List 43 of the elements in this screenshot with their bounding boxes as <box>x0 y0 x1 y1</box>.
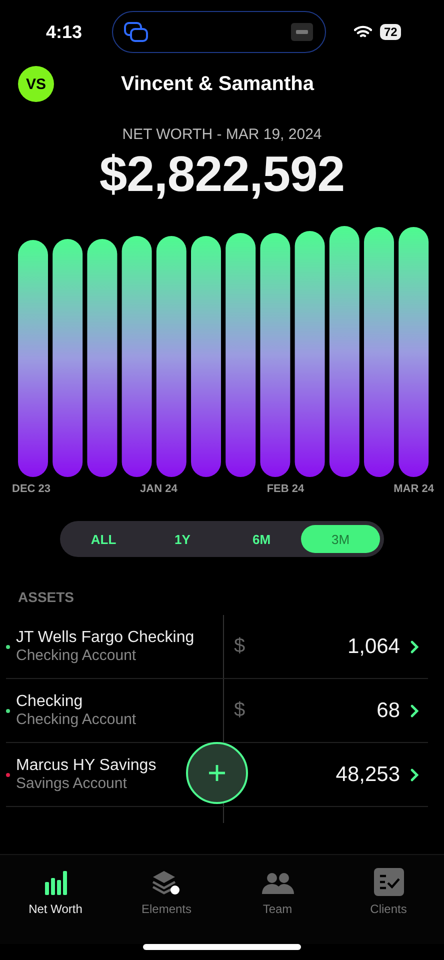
account-name: JT Wells Fargo Checking <box>16 629 194 647</box>
net-worth-label: NET WORTH - MAR 19, 2024 <box>121 126 323 143</box>
tab-item[interactable]: Clients <box>333 861 444 917</box>
section-heading: ASSETS <box>18 589 76 605</box>
account-name: Marcus HY Savings <box>16 757 156 775</box>
account-type: Savings Account <box>16 775 128 792</box>
battery-indicator: 72 <box>380 24 402 40</box>
axis-label: FEB 24 <box>266 483 304 495</box>
range-tab[interactable]: 3M <box>301 525 380 553</box>
net-worth-amount: $2,822,592 <box>98 145 346 203</box>
currency-symbol: $ <box>234 635 246 658</box>
people-icon <box>262 872 294 896</box>
bar-chart-icon <box>44 870 68 896</box>
avatar[interactable]: VS <box>18 66 54 102</box>
tab-item[interactable]: Team <box>222 861 333 917</box>
axis-label: MAR 24 <box>394 483 434 495</box>
tab-item[interactable]: Elements <box>111 861 222 917</box>
account-row[interactable]: JT Wells Fargo Checking Checking Account $ 1,064 <box>6 615 428 679</box>
chevron-right-icon <box>410 768 420 782</box>
range-tab[interactable]: 1Y <box>143 525 222 553</box>
chevron-right-icon <box>410 704 420 718</box>
account-balance: 1,064 <box>347 634 400 658</box>
account-name: Checking <box>16 693 84 711</box>
axis-label: DEC 23 <box>12 483 51 495</box>
account-type: Checking Account <box>16 647 138 664</box>
plus-icon <box>208 764 226 782</box>
household-title: Vincent & Samantha <box>121 72 314 96</box>
account-type: Checking Account <box>16 711 136 728</box>
overlapping-windows-icon <box>123 21 149 43</box>
currency-symbol: $ <box>234 699 246 722</box>
layers-icon <box>152 870 182 896</box>
axis-label: JAN 24 <box>140 483 178 495</box>
status-time: 4:13 <box>46 22 84 42</box>
checklist-icon <box>374 868 404 896</box>
account-balance: 68 <box>376 698 400 722</box>
tv-logo-icon <box>291 23 313 41</box>
tab-item[interactable]: Net Worth <box>0 861 111 917</box>
range-tab[interactable]: ALL <box>64 525 143 553</box>
account-row[interactable]: Checking Checking Account $ 68 <box>6 679 428 743</box>
account-balance: 48,253 <box>336 762 400 786</box>
wifi-icon <box>354 25 372 39</box>
chevron-right-icon <box>410 640 420 654</box>
range-tab[interactable]: 6M <box>222 525 301 553</box>
